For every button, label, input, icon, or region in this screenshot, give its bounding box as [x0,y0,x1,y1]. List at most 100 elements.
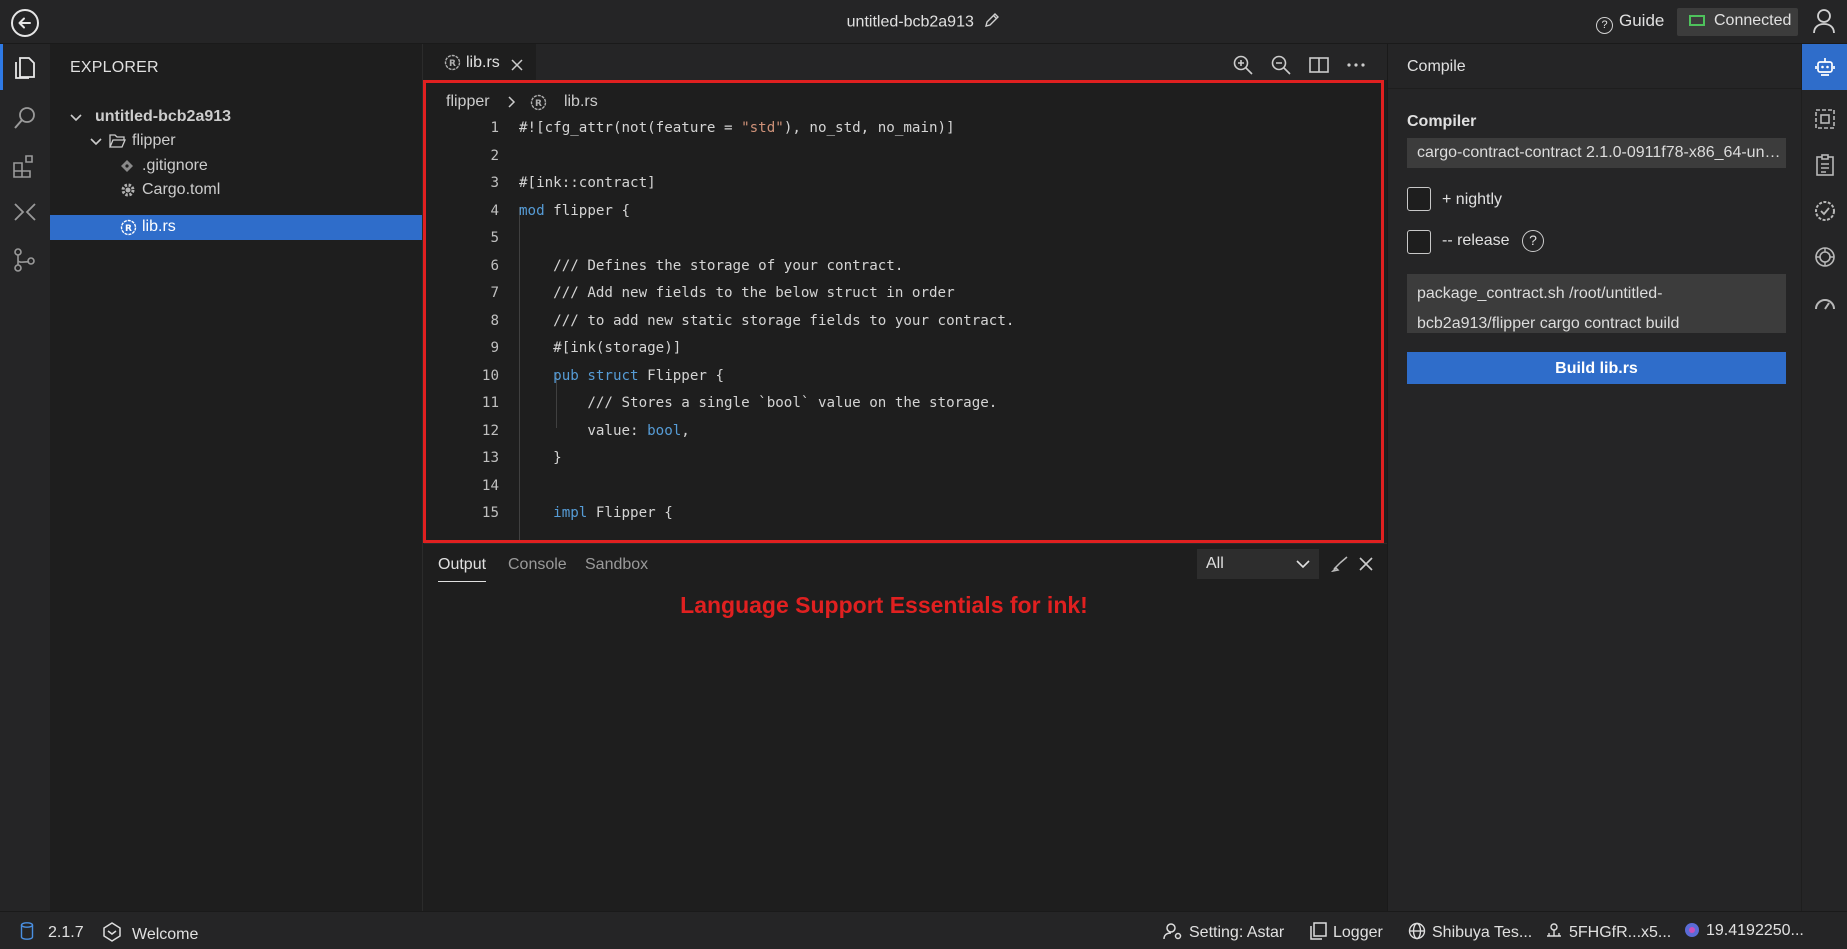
user-settings-icon [1163,923,1182,940]
compiler-select[interactable]: cargo-contract-contract 2.1.0-0911f78-x8… [1407,138,1786,168]
deploy-activity[interactable] [0,189,50,235]
code-editor: R lib.rs flipper R lib.rs 1 #![cfg_attr(n… [424,44,1387,580]
output-panel: Output Console Sandbox All Language Supp… [424,543,1387,911]
extensions-activity[interactable] [0,142,50,188]
rust-file-icon: R [531,94,547,110]
help-circle-icon: ? [1596,17,1613,34]
nightly-label: + nightly [1442,191,1503,208]
code-line: 13 } [481,450,562,466]
deploy-activity-right[interactable] [1802,96,1847,142]
verify-activity[interactable] [1802,188,1847,234]
zoom-in-icon[interactable] [1232,54,1254,76]
split-editor-icon[interactable] [1308,54,1330,76]
tree-item-file[interactable]: Cargo.toml [50,178,422,203]
token-icon [1685,923,1699,937]
more-icon[interactable] [1345,54,1367,76]
code-line: 14 [481,477,499,494]
badge-check-icon [1815,201,1835,221]
source-control-icon [14,248,35,272]
code-line: 10 pub struct Flipper { [481,367,725,384]
tree-item-file-selected[interactable]: R lib.rs [50,215,422,240]
connection-button[interactable]: Connected [1677,8,1798,36]
pencil-icon[interactable] [984,12,1000,33]
tab-sandbox[interactable]: Sandbox [585,556,648,574]
feature-banner: Language Support Essentials for ink! [680,592,1088,618]
search-icon [14,107,35,129]
code-line: 5 [490,230,499,246]
breadcrumb-folder[interactable]: flipper [446,93,490,110]
code-line: 2 [490,147,499,164]
clear-output-icon[interactable] [1331,556,1349,572]
activity-bar [0,44,50,911]
settings-file-icon [121,183,135,197]
close-icon[interactable] [511,59,523,71]
code-line: 3 #[ink::contract] [490,175,656,191]
explorer-panel: EXPLORER untitled-bcb2a913 flipper .giti… [50,44,423,911]
status-version: 2.1.7 [20,922,84,942]
chevron-down-icon [70,114,82,122]
tab-lib-rs[interactable]: R lib.rs [424,44,536,80]
zoom-out-icon[interactable] [1270,54,1292,76]
code-line: 15 impl Flipper { [481,505,673,521]
status-bar: 2.1.7 Welcome Setting: Astar Logger Shib… [0,911,1847,949]
source-control-activity[interactable] [0,236,50,282]
help-icon[interactable]: ? [1522,230,1545,252]
user-icon[interactable] [1812,8,1836,39]
compile-activity[interactable] [1802,44,1847,90]
compiler-label: Compiler [1407,113,1477,130]
window-title-area: untitled-bcb2a913 [0,12,1847,33]
welcome-icon [103,922,121,942]
compile-panel: Compile Compiler cargo-contract-contract… [1387,44,1801,911]
tree-item-folder[interactable]: flipper [50,129,422,154]
close-icon[interactable] [1359,557,1373,571]
tab-console[interactable]: Console [508,556,567,574]
account-icon [1547,923,1561,937]
status-setting[interactable]: Setting: Astar [1163,922,1284,942]
tree-item-file[interactable]: .gitignore [50,154,422,179]
database-icon [20,922,34,940]
explorer-title: EXPLORER [70,59,159,76]
gauge-icon [1815,299,1835,310]
status-welcome[interactable]: Welcome [102,922,198,944]
breadcrumb-file[interactable]: lib.rs [564,93,598,110]
copy-icon [1310,922,1327,940]
code-area[interactable]: 1 #![cfg_attr(not(feature = "std"), no_st… [424,115,1384,580]
compile-title: Compile [1388,44,1801,89]
guide-button[interactable]: ? Guide [1596,11,1664,34]
gauge-activity[interactable] [1802,280,1847,326]
code-line: 11 /// Stores a single `bool` value on t… [481,395,998,411]
svg-text:R: R [536,99,543,109]
release-checkbox[interactable] [1407,230,1431,254]
clipboard-icon [1816,154,1834,176]
chevron-right-icon [508,96,516,108]
window-title: untitled-bcb2a913 [846,13,974,31]
release-row: -- release ? [1442,230,1545,252]
rust-file-icon: R [120,219,137,236]
status-network[interactable]: Shibuya Tes... [1408,922,1532,942]
chevron-down-icon [90,138,102,146]
chevron-down-icon [1296,560,1310,569]
status-account[interactable]: 5FHGfR...x5... [1545,922,1671,942]
build-button[interactable]: Build lib.rs [1407,352,1786,384]
code-line: 7 /// Add new fields to the below struct… [490,285,955,301]
search-activity[interactable] [0,94,50,140]
status-logger[interactable]: Logger [1309,922,1383,942]
status-balance: 19.4192250... [1684,922,1804,940]
clipboard-activity[interactable] [1802,142,1847,188]
explorer-activity[interactable] [0,44,50,90]
nightly-checkbox[interactable] [1407,187,1431,211]
tab-output[interactable]: Output [438,556,487,582]
robot-icon [1815,58,1835,76]
compile-deploy-icon [14,203,36,221]
code-line: 8 /// to add new static storage fields t… [490,312,1015,329]
build-command-field[interactable]: package_contract.sh /root/untitled-bcb2a… [1407,274,1786,333]
editor-tabs: R lib.rs [424,44,1387,80]
ai-activity[interactable] [1802,234,1847,280]
git-file-icon [121,160,133,172]
right-activity-bar [1802,44,1847,911]
tree-item-workspace[interactable]: untitled-bcb2a913 [50,105,422,130]
files-icon [15,57,35,79]
code-line: 9 #[ink(storage)] [490,340,682,356]
output-filter-select[interactable]: All [1197,549,1319,579]
extensions-icon [13,155,33,178]
